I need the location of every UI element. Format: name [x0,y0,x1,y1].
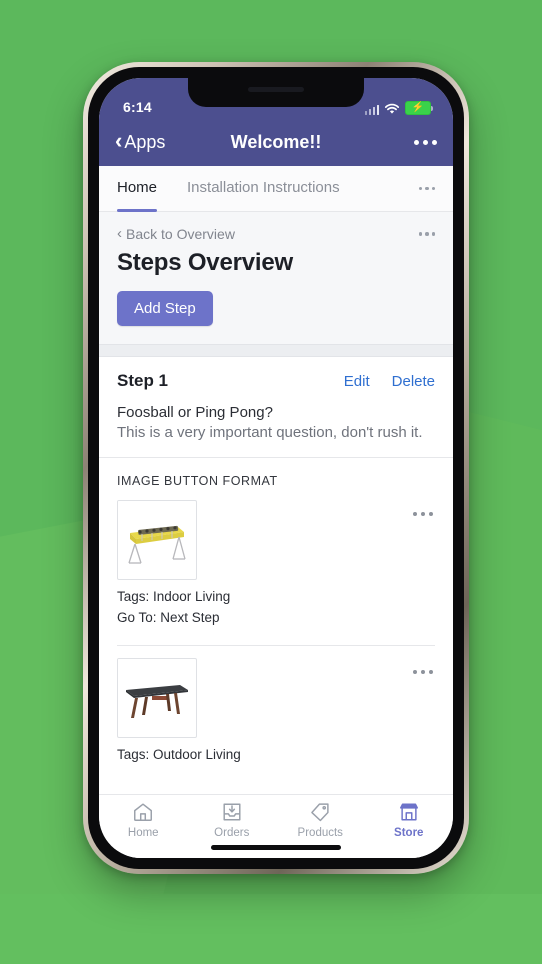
step-card: Step 1 Edit Delete Foosball or Ping Pong… [99,357,453,457]
status-time: 6:14 [123,99,152,115]
background-band-bottom [0,894,542,964]
bottom-tab-home[interactable]: Home [99,795,188,844]
delete-link[interactable]: Delete [392,373,435,390]
tab-strip: Home Installation Instructions [99,166,453,212]
bottom-tab-store[interactable]: Store [365,795,454,844]
step-subtext: This is a very important question, don't… [117,424,423,441]
more-horizontal-icon [429,512,433,516]
more-horizontal-icon [421,512,425,516]
item-meta: Tags: Indoor Living Go To: Next Step [117,589,435,625]
more-horizontal-icon [431,186,435,191]
more-horizontal-icon [421,670,425,674]
tag-icon [309,801,331,823]
more-horizontal-icon [413,512,417,516]
tab-home[interactable]: Home [117,165,158,212]
earpiece-speaker [248,87,304,92]
item-tags: Tags: Indoor Living [117,589,231,604]
steps-scroll-area[interactable]: Step 1 Edit Delete Foosball or Ping Pong… [99,357,453,809]
more-horizontal-icon [425,232,429,236]
more-horizontal-icon [429,670,433,674]
screenshot-stage: 6:14 ⚡ ‹ Apps Welcome!! Home Installatio… [0,0,542,964]
breadcrumb-label: Back to Overview [126,226,235,242]
more-horizontal-icon [413,670,417,674]
nav-back-button[interactable]: ‹ Apps [115,128,166,153]
tab-overflow-button[interactable] [418,186,435,191]
more-horizontal-icon [418,232,422,236]
page-overflow-button[interactable] [418,232,435,236]
nav-bar: ‹ Apps Welcome!! [99,118,453,166]
page-header: ‹ Back to Overview Steps Overview Add St… [99,212,453,344]
phone-bezel: 6:14 ⚡ ‹ Apps Welcome!! Home Installatio… [88,67,464,869]
battery-charging-icon: ⚡ [405,101,433,115]
bottom-tab-products-label: Products [297,826,343,839]
step-name: Step 1 [117,371,169,390]
more-horizontal-icon [418,186,422,191]
tab-home-label: Home [117,179,158,196]
more-horizontal-icon [432,139,437,145]
step-question: Foosball or Ping Pong? [117,404,273,421]
edit-link[interactable]: Edit [344,373,370,390]
step-header-row: Step 1 Edit Delete [117,371,435,391]
item-overflow-button[interactable] [413,512,433,516]
status-indicators: ⚡ [364,101,433,115]
item-meta: Tags: Outdoor Living [117,747,435,762]
inbox-download-icon [221,801,243,823]
step-actions: Edit Delete [344,373,435,390]
page-title: Steps Overview [117,249,293,276]
more-horizontal-icon [414,139,419,145]
wifi-icon [384,103,400,115]
nav-overflow-button[interactable] [414,139,437,145]
list-item[interactable]: Tags: Outdoor Living [99,646,453,778]
tab-installation-instructions-label: Installation Instructions [187,179,340,196]
cellular-signal-icon [364,104,379,115]
item-goto: Go To: Next Step [117,610,220,625]
foosball-table-image[interactable] [117,500,197,580]
tab-installation-instructions[interactable]: Installation Instructions [187,165,340,212]
dining-table-image[interactable] [117,658,197,738]
breadcrumb-back-to-overview[interactable]: ‹ Back to Overview [117,226,235,242]
more-horizontal-icon [431,232,435,236]
section-divider [99,344,453,357]
home-icon [132,801,154,823]
bottom-tab-store-label: Store [394,826,424,839]
item-tags: Tags: Outdoor Living [117,747,241,762]
add-step-button[interactable]: Add Step [117,291,213,326]
bottom-tab-orders[interactable]: Orders [188,795,277,844]
bottom-tab-orders-label: Orders [214,826,250,839]
phone-device-frame: 6:14 ⚡ ‹ Apps Welcome!! Home Installatio… [83,62,469,874]
storefront-icon [398,801,420,823]
phone-notch [188,78,364,107]
more-horizontal-icon [423,139,428,145]
charging-bolt-icon: ⚡ [411,102,425,113]
nav-back-label: Apps [124,131,166,152]
more-horizontal-icon [425,186,429,191]
phone-screen: 6:14 ⚡ ‹ Apps Welcome!! Home Installatio… [99,78,453,858]
breadcrumb-row: ‹ Back to Overview [117,226,435,242]
chevron-left-icon: ‹ [115,128,123,153]
item-overflow-button[interactable] [413,670,433,674]
image-button-format-label: IMAGE BUTTON FORMAT [117,474,278,488]
home-indicator [211,845,341,850]
bottom-tab-products[interactable]: Products [276,795,365,844]
chevron-left-icon: ‹ [117,225,122,242]
bottom-tab-home-label: Home [127,826,159,839]
list-item[interactable]: Tags: Indoor Living Go To: Next Step [99,488,453,641]
